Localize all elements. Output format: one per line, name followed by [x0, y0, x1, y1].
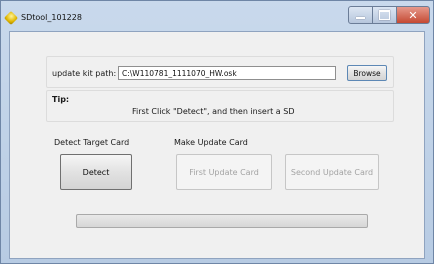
browse-button[interactable]: Browse: [347, 65, 387, 81]
detect-button[interactable]: Detect: [60, 154, 132, 190]
first-update-card-button[interactable]: First Update Card: [176, 154, 272, 190]
update-section-label: Make Update Card: [174, 138, 248, 147]
detect-section-label: Detect Target Card: [54, 138, 130, 147]
close-button[interactable]: ✕: [396, 6, 430, 24]
tip-label: Tip:: [52, 95, 70, 104]
second-update-card-button[interactable]: Second Update Card: [285, 154, 379, 190]
maximize-icon: [379, 10, 390, 20]
path-label: update kit path:: [52, 69, 117, 78]
path-input[interactable]: [118, 66, 336, 80]
tip-text: First Click "Detect", and then insert a …: [132, 107, 295, 116]
window-title: SDtool_101228: [21, 13, 82, 22]
maximize-button[interactable]: [372, 6, 397, 24]
minimize-icon: [356, 17, 365, 19]
app-diamond-icon: [3, 10, 19, 26]
tip-group: [46, 90, 394, 122]
close-icon: ✕: [408, 8, 418, 22]
minimize-button[interactable]: [348, 6, 373, 24]
progress-bar: [76, 214, 368, 228]
dialog-client-area: update kit path: Browse Tip: First Click…: [9, 31, 425, 259]
title-bar[interactable]: SDtool_101228 ✕: [1, 1, 433, 31]
app-window: SDtool_101228 ✕ update kit path: Browse …: [0, 0, 434, 264]
